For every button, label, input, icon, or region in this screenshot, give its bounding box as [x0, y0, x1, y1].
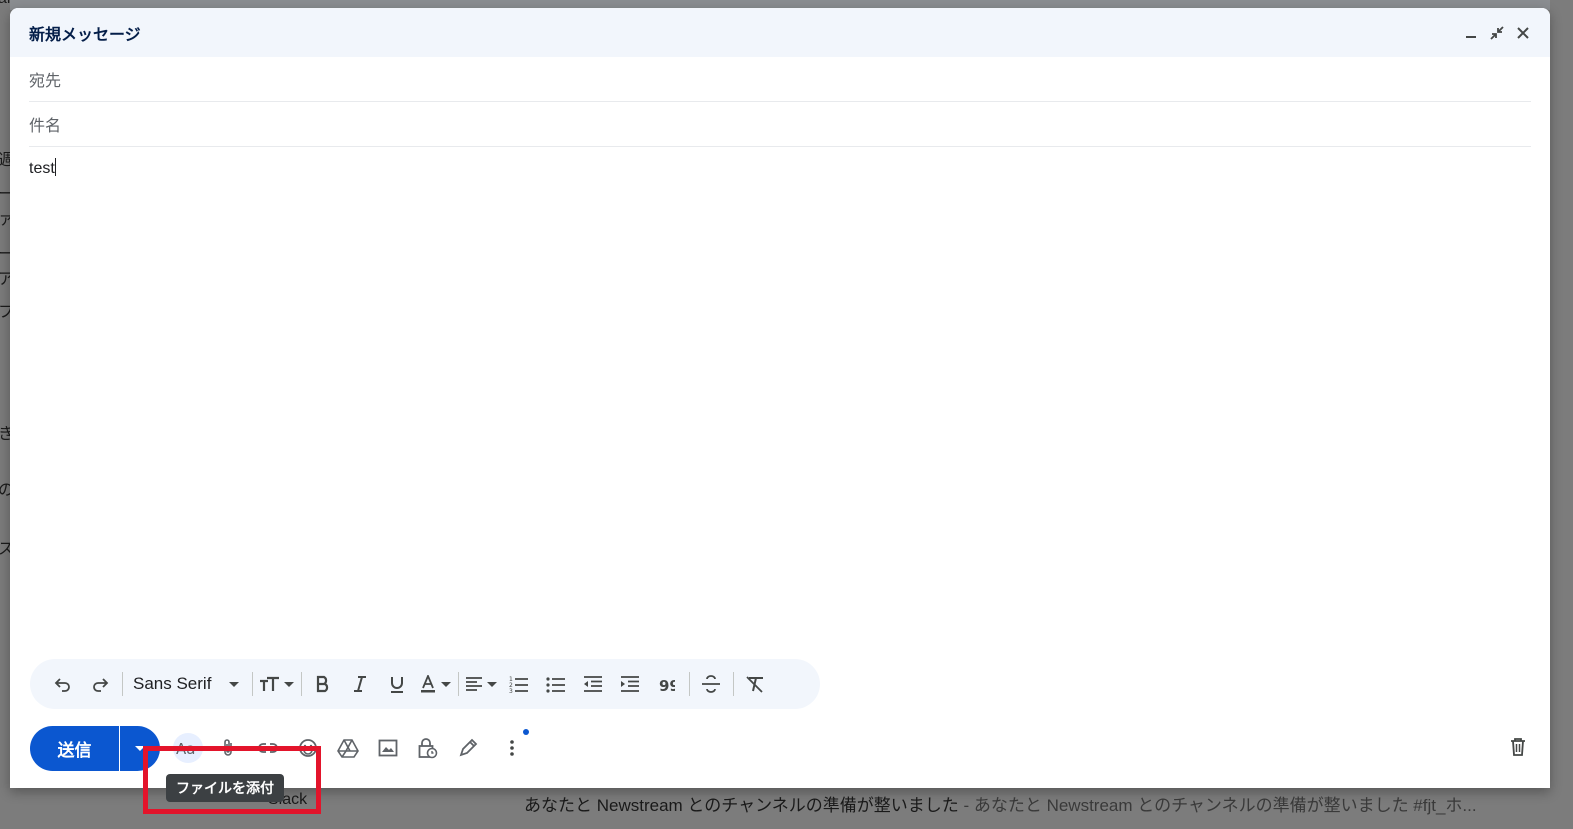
send-button[interactable]: 送信 — [30, 726, 119, 771]
pen-icon — [459, 738, 478, 757]
background-clip-text: ス — [0, 541, 10, 558]
insert-photo-button[interactable] — [373, 733, 403, 763]
toolbar-separator — [689, 672, 691, 696]
font-family-select[interactable]: Sans Serif — [129, 669, 245, 699]
toolbar-separator — [252, 672, 254, 696]
italic-button[interactable] — [345, 669, 375, 699]
font-family-value: Sans Serif — [133, 674, 212, 693]
strikethrough-button[interactable] — [696, 669, 726, 699]
indent-more-icon — [621, 676, 640, 692]
align-button[interactable] — [465, 669, 498, 699]
more-options-button[interactable] — [497, 729, 529, 763]
chevron-down-icon — [284, 681, 295, 687]
underline-icon — [391, 677, 404, 693]
toolbar-separator — [458, 672, 460, 696]
numbered-list-button[interactable]: 123 — [504, 669, 534, 699]
remove-formatting-icon — [746, 676, 764, 693]
exit-fullscreen-button[interactable] — [1488, 24, 1506, 42]
annotation-highlight-box — [143, 746, 321, 814]
message-body-text: test — [29, 160, 55, 177]
background-clip-text: フ — [0, 304, 10, 321]
chevron-down-icon — [441, 681, 452, 687]
undo-icon — [54, 678, 70, 692]
background-clip-text: ー — [0, 186, 10, 203]
quote-button[interactable]: 99 — [652, 669, 682, 699]
subject-label: 件名 — [29, 118, 62, 135]
strikethrough-icon — [702, 675, 721, 693]
font-size-button[interactable] — [259, 669, 295, 699]
background-app-name: ail — [0, 0, 10, 8]
background-row-subject: あなたと Newstream とのチャンネルの準備が整いました — [524, 796, 959, 815]
formatting-toolbar: Sans Serif 123 99 — [30, 659, 820, 709]
svg-text:3: 3 — [509, 688, 513, 693]
bulleted-list-icon — [546, 677, 566, 693]
numbered-list-icon: 123 — [509, 676, 529, 693]
bulleted-list-button[interactable] — [541, 669, 571, 699]
indent-less-icon — [584, 676, 603, 692]
redo-button[interactable] — [85, 669, 115, 699]
background-clip-text: ァ — [0, 211, 10, 228]
redo-icon — [93, 678, 109, 692]
toolbar-separator — [301, 672, 303, 696]
background-clip-text: ア — [0, 271, 10, 288]
subject-field[interactable]: 件名 — [29, 102, 1531, 147]
align-left-icon — [466, 677, 483, 691]
more-vert-icon — [510, 740, 514, 756]
background-clip-text: 週 — [0, 152, 10, 169]
indent-less-button[interactable] — [578, 669, 608, 699]
compose-title: 新規メッセージ — [29, 26, 141, 44]
drive-icon — [337, 739, 359, 758]
background-row-text: あなたと Newstream とのチャンネルの準備が整いました - あなたと N… — [524, 791, 1477, 816]
insert-signature-button[interactable] — [453, 733, 483, 763]
compose-header-controls — [1462, 24, 1532, 42]
compose-header: 新規メッセージ — [10, 8, 1550, 57]
bold-button[interactable] — [308, 669, 338, 699]
text-color-button[interactable] — [419, 669, 452, 699]
background-clip-text: の — [0, 482, 10, 499]
exit-fullscreen-icon — [1490, 25, 1504, 40]
minimize-icon — [1466, 35, 1476, 38]
svg-text:99: 99 — [659, 677, 675, 691]
background-inbox-right — [1550, 0, 1573, 829]
notification-dot — [523, 729, 529, 735]
chevron-down-icon — [229, 681, 240, 687]
remove-formatting-button[interactable] — [740, 669, 770, 699]
background-clip-text: き — [0, 426, 10, 443]
to-label: 宛先 — [29, 73, 62, 90]
undo-button[interactable] — [48, 669, 78, 699]
toolbar-separator — [122, 672, 123, 696]
send-group: 送信 — [30, 726, 160, 771]
indent-more-button[interactable] — [615, 669, 645, 699]
quote-icon: 99 — [659, 677, 675, 691]
text-size-icon — [260, 676, 280, 691]
minimize-button[interactable] — [1462, 24, 1480, 42]
confidential-mode-button[interactable] — [413, 733, 443, 763]
bold-icon — [317, 675, 329, 693]
trash-icon — [1511, 738, 1525, 756]
to-field[interactable]: 宛先 — [29, 57, 1531, 102]
background-inbox-left: ail 週ーァーアフきのス — [0, 0, 10, 829]
text-color-icon — [421, 675, 436, 693]
underline-button[interactable] — [382, 669, 412, 699]
italic-icon — [354, 676, 367, 692]
discard-draft-button[interactable] — [1505, 734, 1531, 760]
insert-drive-button[interactable] — [333, 733, 363, 763]
toolbar-separator — [733, 672, 735, 696]
close-button[interactable] — [1514, 24, 1532, 42]
message-body[interactable]: test — [29, 158, 1531, 648]
compose-window: 新規メッセージ 宛先 件名 test Sans Serif 1 2 3 99 送… — [10, 8, 1550, 788]
photo-icon — [378, 739, 398, 757]
chevron-down-icon — [487, 681, 498, 687]
background-row-snippet: - あなたと Newstream とのチャンネルの準備が整いました #fjt_ホ… — [958, 796, 1477, 815]
lock-clock-icon — [418, 738, 438, 759]
close-icon — [1517, 26, 1529, 39]
background-clip-text: ー — [0, 246, 10, 263]
text-caret — [54, 158, 56, 176]
